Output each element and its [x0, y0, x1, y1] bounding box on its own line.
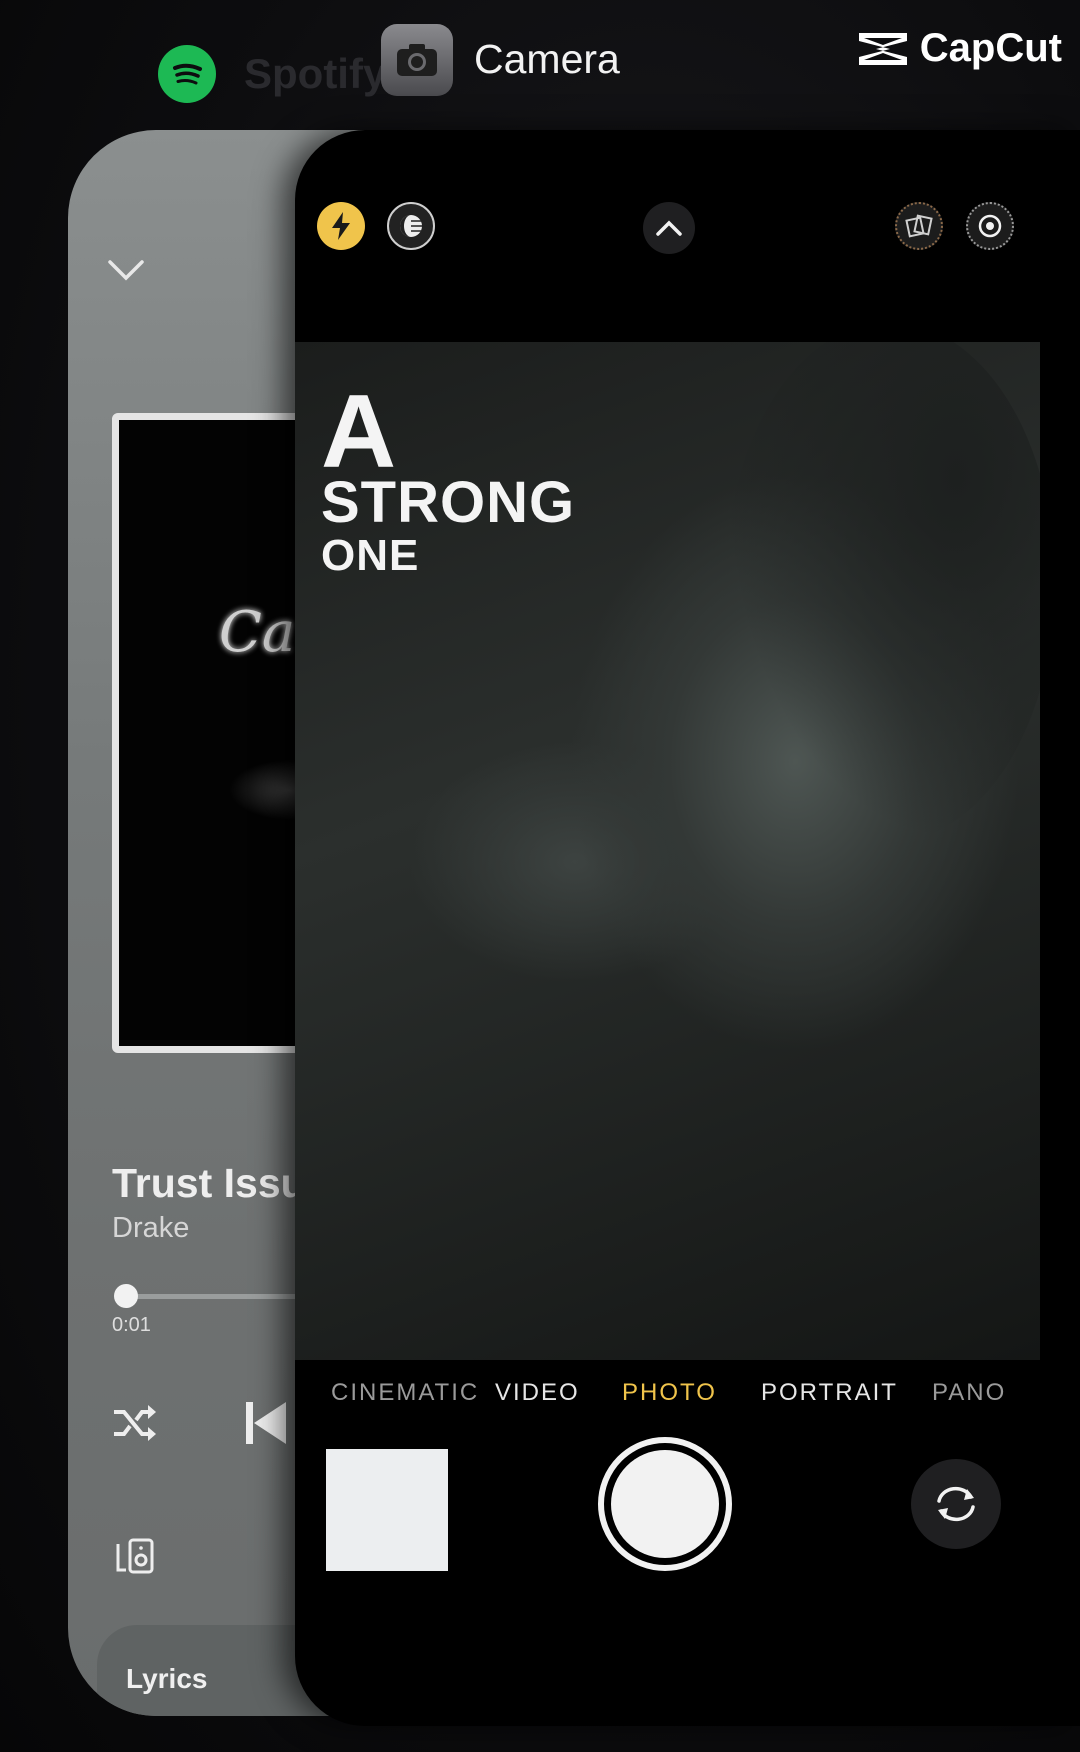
camera-icon — [397, 44, 437, 76]
flash-button[interactable] — [317, 202, 365, 250]
camera-mode-selector: CINEMATIC VIDEO PHOTO PORTRAIT PANO — [295, 1365, 1080, 1425]
mode-photo[interactable]: PHOTO — [622, 1379, 717, 1407]
camera-app-label: Camera — [474, 36, 620, 82]
mode-cinematic[interactable]: CINEMATIC — [331, 1379, 479, 1407]
chevron-up-icon — [656, 220, 682, 236]
last-photo-thumbnail[interactable] — [326, 1449, 448, 1571]
flip-camera-icon — [937, 1486, 975, 1522]
spotify-app-label: Spotify — [244, 50, 387, 97]
elapsed-time: 0:01 — [112, 1314, 151, 1336]
shuffle-icon[interactable] — [112, 1402, 160, 1444]
overlay-text-line-3: ONE — [321, 531, 420, 580]
shutter-button[interactable] — [598, 1437, 732, 1571]
spotify-app-icon[interactable] — [158, 45, 216, 103]
app-switcher-header: Spotify Camera CapCut — [0, 0, 1080, 130]
night-mode-icon — [400, 215, 422, 237]
mode-video[interactable]: VIDEO — [495, 1379, 580, 1407]
flash-icon — [332, 212, 350, 240]
capcut-label: CapCut — [919, 26, 1062, 70]
camera-top-bar — [295, 130, 1080, 340]
connect-device-icon[interactable] — [116, 1538, 156, 1576]
capcut-logo-icon — [858, 32, 907, 65]
camera-settings-toggle[interactable] — [643, 202, 695, 254]
spotify-icon — [173, 63, 202, 85]
mode-portrait[interactable]: PORTRAIT — [761, 1379, 898, 1407]
camera-viewfinder[interactable]: A STRONG ONE — [295, 342, 1040, 1360]
lyrics-label: Lyrics — [126, 1663, 208, 1694]
previous-track-icon[interactable] — [244, 1400, 288, 1446]
target-icon — [978, 214, 1002, 238]
track-title: Trust Issu — [112, 1160, 306, 1206]
photographic-styles-button[interactable] — [966, 202, 1014, 250]
camera-app-icon[interactable] — [381, 24, 453, 96]
track-artist[interactable]: Drake — [112, 1212, 189, 1245]
camera-app-card[interactable]: A STRONG ONE CINEMATIC VIDEO PHOTO PORTR… — [295, 130, 1080, 1726]
night-mode-button[interactable] — [387, 202, 435, 250]
overlay-text-line-1: A — [321, 374, 398, 490]
chevron-down-icon[interactable] — [106, 250, 146, 290]
live-photo-button[interactable] — [895, 202, 943, 250]
capcut-watermark: CapCut — [856, 26, 1062, 71]
mode-pano[interactable]: PANO — [932, 1379, 1006, 1407]
flip-camera-button[interactable] — [911, 1459, 1001, 1549]
album-art-script: Ca — [219, 600, 296, 665]
live-photo-icon — [905, 214, 933, 238]
progress-knob[interactable] — [113, 1284, 138, 1308]
overlay-text-line-2: STRONG — [321, 470, 576, 535]
